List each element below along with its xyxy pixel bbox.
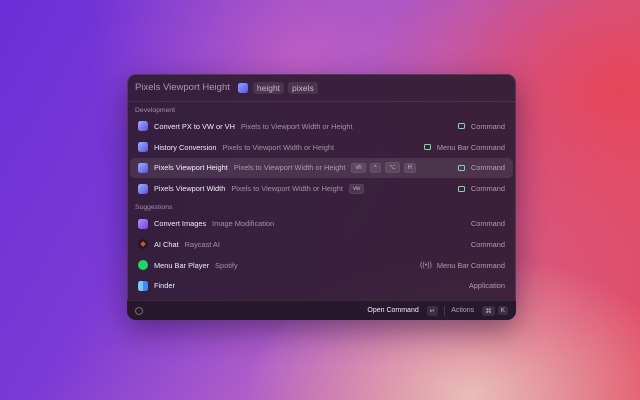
list-item-ai-chat[interactable]: AI Chat Raycast AI Command: [130, 234, 513, 255]
accessory: Menu Bar Command: [423, 143, 505, 152]
section-suggestions: Suggestions: [135, 204, 173, 212]
command-icon: [457, 164, 465, 171]
spotify-icon: [138, 260, 148, 271]
list-item-pixels-viewport-width[interactable]: Pixels Viewport Width Pixels to Viewport…: [130, 178, 513, 199]
section-development: Development: [135, 107, 176, 114]
search-bar[interactable]: Pixels Viewport Height height pixels: [127, 74, 516, 102]
command-icon: [457, 123, 465, 130]
pixels-icon: [138, 121, 148, 132]
accessory: Command: [470, 239, 505, 249]
open-command-button[interactable]: Open Command: [367, 307, 418, 314]
list-item-convert-px[interactable]: Convert PX to VW or VH Pixels to Viewpor…: [130, 116, 513, 137]
accessory: Command: [457, 163, 505, 172]
raycast-ai-icon: [138, 239, 148, 250]
command-icon: [457, 185, 465, 192]
menu-bar-command-icon: [423, 144, 431, 151]
actions-button[interactable]: Actions: [451, 307, 474, 314]
accessory: ((•)) Menu Bar Command: [420, 260, 505, 270]
pixels-icon: [138, 162, 148, 173]
finder-icon: [138, 280, 148, 291]
accessory: Command: [470, 219, 505, 229]
divider: [444, 305, 446, 316]
launcher-window: Pixels Viewport Height height pixels Dev…: [127, 74, 516, 320]
hotkey-control: ^: [369, 162, 381, 173]
image-icon: [138, 218, 148, 229]
hotkey-option: ⌥: [384, 162, 400, 174]
list-item-pixels-viewport-height[interactable]: Pixels Viewport Height Pixels to Viewpor…: [130, 157, 513, 179]
pixels-icon: [138, 142, 148, 153]
alias-badge: vw: [348, 183, 365, 194]
accessory: Command: [457, 122, 505, 131]
argument-pixels[interactable]: pixels: [288, 81, 318, 94]
pixels-icon: [138, 183, 148, 194]
k-key: K: [497, 306, 508, 315]
argument-height[interactable]: height: [252, 81, 285, 94]
list-item-convert-images[interactable]: Convert Images Image Modification Comman…: [130, 213, 513, 234]
accessory: Command: [457, 184, 505, 193]
command-key: ⌘: [482, 305, 495, 316]
list-item-finder[interactable]: Finder Application: [130, 276, 513, 297]
alias-badge: vh: [351, 162, 366, 173]
action-bar: Open Command ↵ Actions ⌘ K: [127, 300, 516, 320]
raycast-logo-icon: [135, 306, 143, 315]
broadcast-icon: ((•)): [420, 261, 432, 269]
search-input[interactable]: Pixels Viewport Height: [135, 82, 230, 93]
list-item-history-conversion[interactable]: History Conversion Pixels to Viewport Wi…: [130, 137, 513, 158]
return-key: ↵: [426, 305, 439, 316]
accessory: Application: [468, 281, 505, 291]
hotkey-h: H: [403, 162, 416, 173]
list-item-menu-bar-player[interactable]: Menu Bar Player Spotify ((•)) Menu Bar Co…: [130, 255, 513, 276]
pixels-viewport-command-icon: [237, 82, 248, 93]
